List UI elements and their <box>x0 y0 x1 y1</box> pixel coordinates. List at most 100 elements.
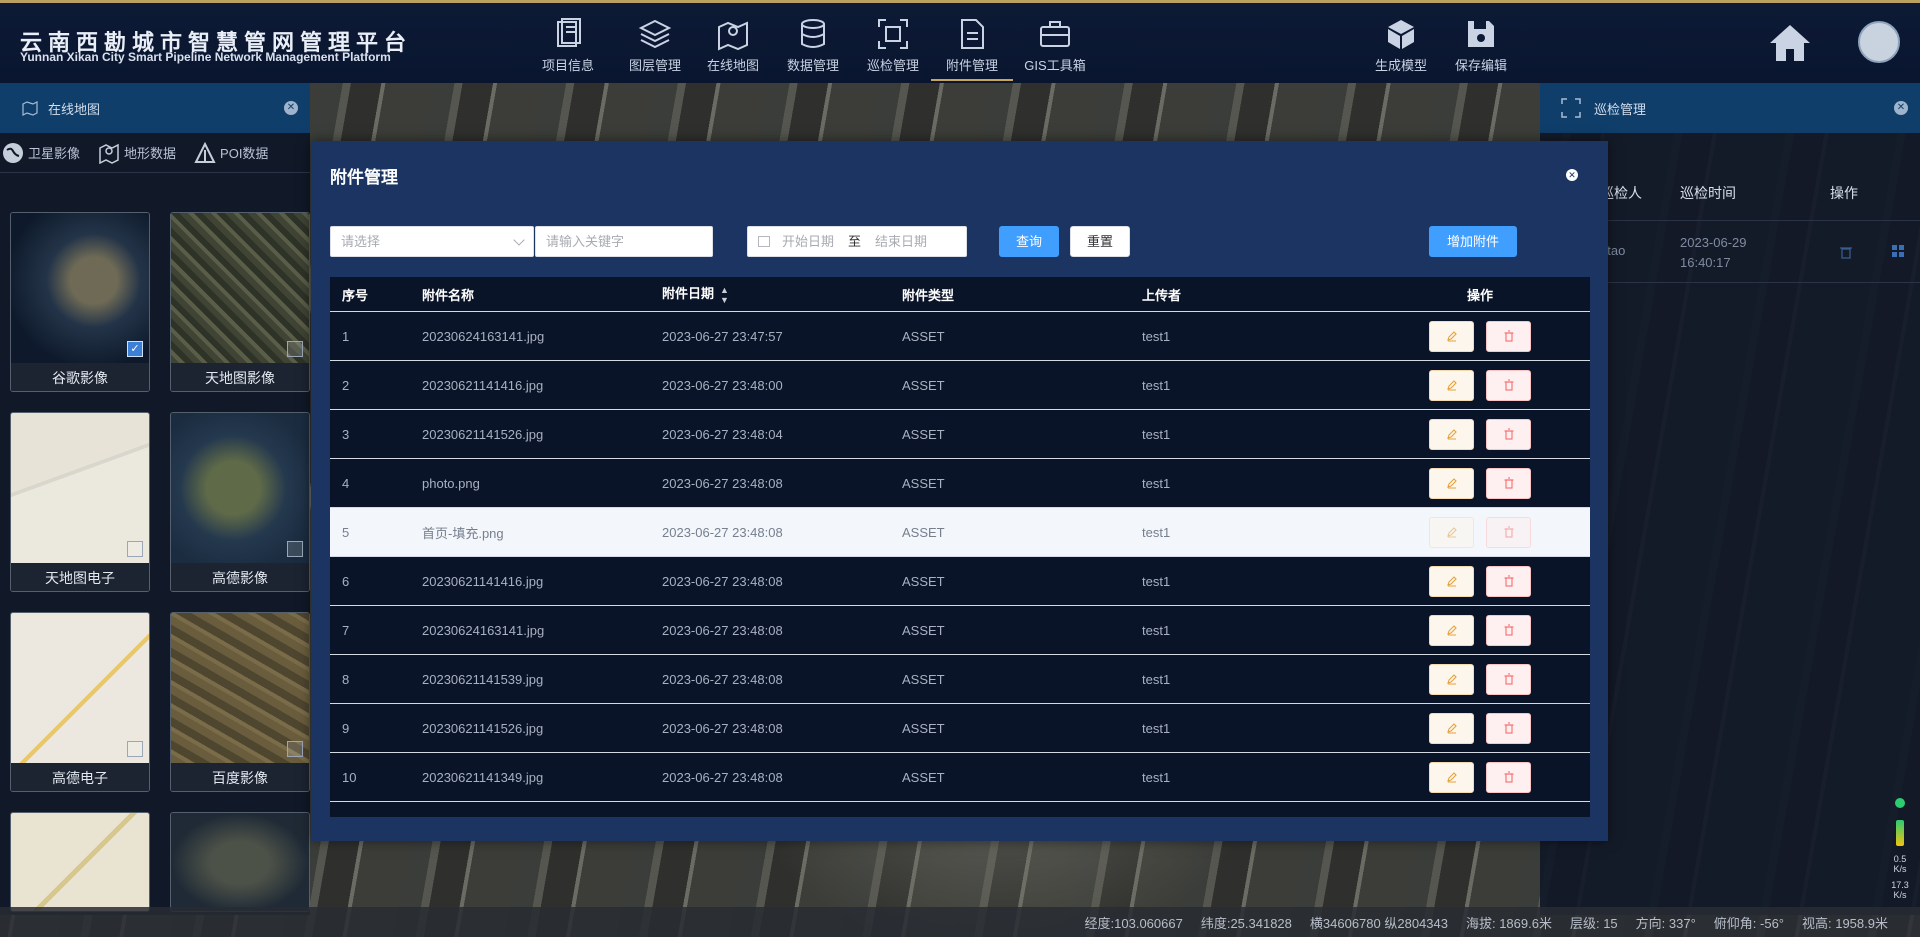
cell-uploader: test1 <box>1142 377 1171 393</box>
tile-gaode-vector[interactable]: 高德电子 <box>10 612 150 792</box>
delete-button[interactable] <box>1486 663 1531 695</box>
cell-actions <box>1370 761 1590 793</box>
table-row[interactable]: 6 20230621141416.jpg 2023-06-27 23:48:08 AS… <box>330 557 1590 606</box>
tab-satellite[interactable]: 卫星影像 <box>2 142 80 164</box>
cell-type: ASSET <box>902 720 945 736</box>
download-speed: 17.3 <box>1891 880 1909 890</box>
tile-baidu-imagery[interactable]: 百度影像 <box>170 612 310 792</box>
attachment-table: 序号 附件名称 附件日期 ▲ ▼ 附件类型 上传者 操作 1 202306241631… <box>330 277 1590 817</box>
tile-tianditu-imagery[interactable]: 天地图影像 <box>170 212 310 392</box>
delete-button[interactable] <box>1486 369 1531 401</box>
sort-icon[interactable]: ▲ ▼ <box>720 285 729 305</box>
nav-online-map[interactable]: 在线地图 <box>692 15 774 81</box>
attachment-management-dialog: 附件管理 ✕ 请选择 请输入关键字 开始日期 至 结束日期 查询 重置 增加附件… <box>311 141 1608 841</box>
tile-checkbox[interactable] <box>127 741 143 757</box>
close-icon[interactable]: ✕ <box>284 101 298 115</box>
edit-button[interactable] <box>1429 418 1474 450</box>
tile-checkbox[interactable] <box>287 541 303 557</box>
cell-index: 9 <box>342 720 350 736</box>
nav-layer-management[interactable]: 图层管理 <box>614 15 696 81</box>
range-separator: 至 <box>848 234 862 249</box>
column-header: 序号 <box>342 287 369 303</box>
download-unit: K/s <box>1893 890 1907 900</box>
upload-unit: K/s <box>1893 864 1907 874</box>
delete-button[interactable] <box>1486 320 1531 352</box>
add-attachment-button[interactable]: 增加附件 <box>1429 226 1517 257</box>
tile-checkbox[interactable] <box>287 741 303 757</box>
close-icon[interactable]: ✕ <box>1566 169 1578 181</box>
delete-button[interactable] <box>1486 565 1531 597</box>
nav-attachment-management[interactable]: 附件管理 <box>931 15 1013 81</box>
table-row[interactable]: 10 20230621141349.jpg 2023-06-27 23:48:08 A… <box>330 753 1590 802</box>
tile-checkbox[interactable] <box>287 341 303 357</box>
table-row[interactable]: 5 首页-填充.png 2023-06-27 23:48:08 ASSET test1 <box>330 508 1590 557</box>
nav-gis-toolbox[interactable]: GIS工具箱 <box>1014 15 1096 81</box>
type-select[interactable]: 请选择 <box>330 226 534 257</box>
tile-more-vector[interactable] <box>10 812 150 912</box>
table-row[interactable]: 1 20230624163141.jpg 2023-06-27 23:47:57 AS… <box>330 312 1590 361</box>
delete-button[interactable] <box>1486 712 1531 744</box>
platform-subtitle: Yunnan Xikan City Smart Pipeline Network… <box>20 50 391 64</box>
cell-actions <box>1370 467 1590 499</box>
edit-button[interactable] <box>1429 761 1474 793</box>
avatar[interactable] <box>1858 21 1900 63</box>
tab-terrain[interactable]: 地形数据 <box>98 142 176 164</box>
end-date-placeholder[interactable]: 结束日期 <box>875 227 927 256</box>
cell-date: 2023-06-27 23:48:08 <box>662 720 783 736</box>
start-date-placeholder[interactable]: 开始日期 <box>782 227 834 256</box>
keyword-input[interactable]: 请输入关键字 <box>535 226 713 257</box>
delete-icon[interactable] <box>1840 245 1852 259</box>
cell-type: ASSET <box>902 524 945 540</box>
tile-google-imagery[interactable]: 谷歌影像 ✓ <box>10 212 150 392</box>
table-row[interactable]: 9 20230621141526.jpg 2023-06-27 23:48:08 AS… <box>330 704 1590 753</box>
nav-inspection-management[interactable]: 巡检管理 <box>852 15 934 81</box>
pitch-readout: 俯仰角: -56° <box>1713 915 1784 931</box>
home-icon[interactable] <box>1768 23 1812 63</box>
edit-button[interactable] <box>1429 712 1474 744</box>
column-header: 巡检时间 <box>1680 185 1736 201</box>
delete-button[interactable] <box>1486 467 1531 499</box>
nav-data-management[interactable]: 数据管理 <box>772 15 854 81</box>
edit-button[interactable] <box>1429 663 1474 695</box>
edit-button[interactable] <box>1429 369 1474 401</box>
nav-project-info[interactable]: 项目信息 <box>527 15 609 81</box>
cell-date: 2023-06-27 23:48:08 <box>662 671 783 687</box>
delete-button[interactable] <box>1486 516 1531 548</box>
nav-generate-model[interactable]: 生成模型 <box>1360 15 1442 81</box>
tile-tianditu-vector[interactable]: 天地图电子 <box>10 412 150 592</box>
select-placeholder: 请选择 <box>341 234 381 249</box>
tile-gaode-imagery[interactable]: 高德影像 <box>170 412 310 592</box>
cell-time: 2023-06-29 16:40:17 <box>1680 235 1747 270</box>
date-range-picker[interactable]: 开始日期 至 结束日期 <box>747 226 967 257</box>
column-header-sortable[interactable]: 附件日期 ▲ ▼ <box>650 283 890 305</box>
grid-icon[interactable] <box>1892 245 1904 257</box>
heading-readout: 方向: 337° <box>1635 915 1696 931</box>
tile-label: 高德电子 <box>11 763 149 791</box>
table-row[interactable]: 8 20230621141539.jpg 2023-06-27 23:48:08 AS… <box>330 655 1590 704</box>
table-row[interactable]: 3 20230621141526.jpg 2023-06-27 23:48:04 AS… <box>330 410 1590 459</box>
status-dot <box>1895 798 1905 808</box>
edit-button[interactable] <box>1429 516 1474 548</box>
edit-button[interactable] <box>1429 565 1474 597</box>
nav-save-edit[interactable]: 保存编辑 <box>1440 15 1522 81</box>
edit-button[interactable] <box>1429 467 1474 499</box>
close-icon[interactable]: ✕ <box>1894 101 1908 115</box>
edit-button[interactable] <box>1429 614 1474 646</box>
nav-label: 生成模型 <box>1374 58 1427 73</box>
delete-button[interactable] <box>1486 761 1531 793</box>
column-header: 附件类型 <box>902 287 955 303</box>
delete-button[interactable] <box>1486 418 1531 450</box>
table-row[interactable]: 7 20230624163141.jpg 2023-06-27 23:48:08 AS… <box>330 606 1590 655</box>
tile-checkbox[interactable] <box>127 541 143 557</box>
cell-type: ASSET <box>902 671 945 687</box>
edit-button[interactable] <box>1429 320 1474 352</box>
reset-button[interactable]: 重置 <box>1070 226 1130 257</box>
table-row[interactable]: 4 photo.png 2023-06-27 23:48:08 ASSET test1 <box>330 459 1590 508</box>
tile-checkbox[interactable]: ✓ <box>127 341 143 357</box>
tab-poi[interactable]: POI数据 <box>194 141 268 164</box>
tile-more-imagery[interactable] <box>170 812 310 912</box>
query-button[interactable]: 查询 <box>999 226 1059 257</box>
delete-button[interactable] <box>1486 614 1531 646</box>
table-row[interactable]: 2 20230621141416.jpg 2023-06-27 23:48:00 AS… <box>330 361 1590 410</box>
cell-actions <box>1370 418 1590 450</box>
